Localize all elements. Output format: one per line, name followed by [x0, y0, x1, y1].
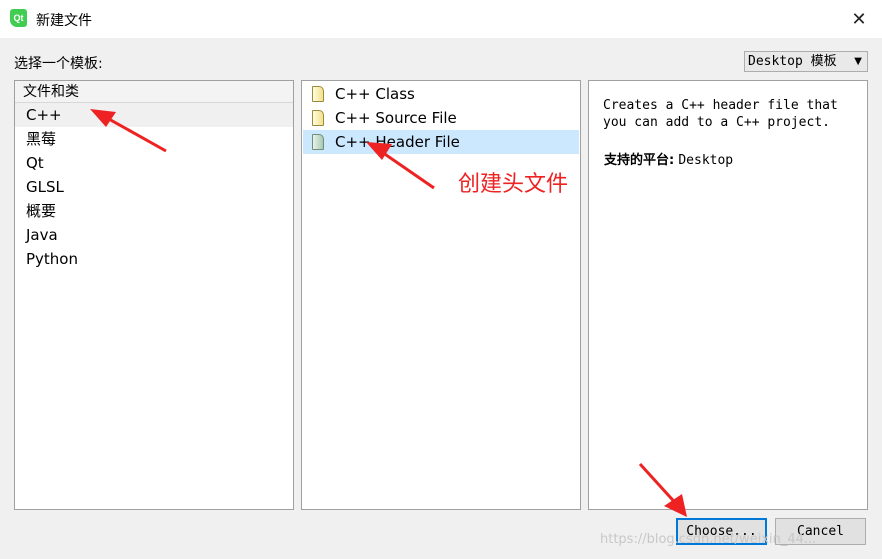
file-icon: [312, 86, 324, 102]
file-icon: [312, 110, 324, 126]
template-description: Creates a C++ header file that you can a…: [603, 98, 838, 130]
platform-dropdown[interactable]: Desktop 模板 ▼: [744, 51, 868, 72]
category-item-cpp[interactable]: C++: [15, 103, 293, 127]
category-item-java[interactable]: Java: [15, 223, 293, 247]
template-label: 选择一个模板:: [14, 56, 103, 72]
header-file-icon: [312, 134, 324, 150]
close-icon: ✕: [851, 8, 867, 30]
platform-label: 支持的平台:: [604, 153, 675, 168]
category-item-python[interactable]: Python: [15, 247, 293, 271]
category-item-qt[interactable]: Qt: [15, 151, 293, 175]
template-item-cpp-source[interactable]: C++ Source File: [303, 106, 579, 130]
template-item-label: C++ Class: [335, 85, 415, 103]
platform-value: Desktop: [678, 153, 734, 168]
watermark: https://blog.csdn.net/weixin_44...: [600, 532, 817, 547]
template-list: C++ Class C++ Source File C++ Header Fil…: [301, 80, 581, 510]
template-item-label: C++ Source File: [335, 109, 457, 127]
supported-platforms: 支持的平台: Desktop: [589, 131, 867, 168]
template-item-cpp-class[interactable]: C++ Class: [303, 82, 579, 106]
category-item-summary[interactable]: 概要: [15, 199, 293, 223]
template-item-label: C++ Header File: [335, 133, 460, 151]
qt-logo-icon: Qt: [10, 9, 27, 27]
chevron-down-icon: ▼: [854, 56, 862, 67]
annotation-text: 创建头文件: [458, 172, 569, 197]
close-button[interactable]: ✕: [836, 0, 882, 38]
description-panel: Creates a C++ header file that you can a…: [588, 80, 868, 510]
category-list: 文件和类 C++ 黑莓 Qt GLSL 概要 Java Python: [14, 80, 294, 510]
title-bar: Qt 新建文件 ✕: [0, 0, 882, 38]
category-header: 文件和类: [15, 81, 293, 103]
platform-dropdown-value: Desktop 模板: [748, 54, 837, 69]
category-item-blackberry[interactable]: 黑莓: [15, 127, 293, 151]
window-title: 新建文件: [36, 13, 92, 29]
template-item-cpp-header[interactable]: C++ Header File: [303, 130, 579, 154]
category-item-glsl[interactable]: GLSL: [15, 175, 293, 199]
